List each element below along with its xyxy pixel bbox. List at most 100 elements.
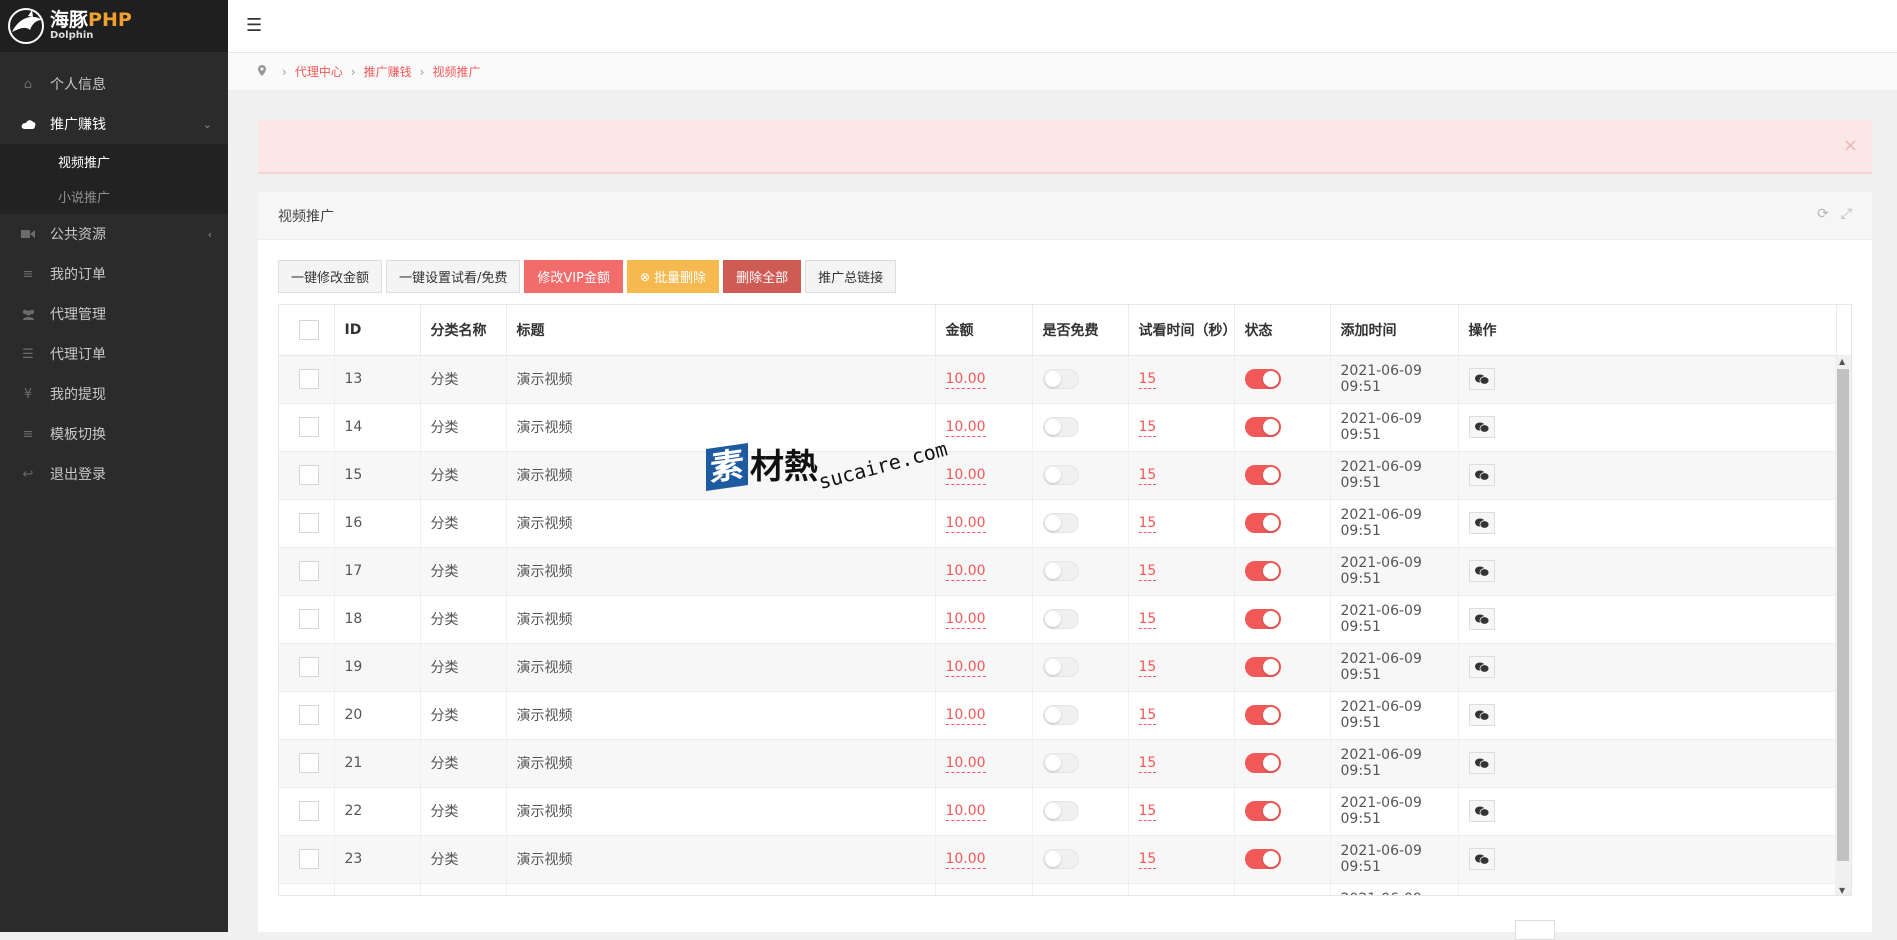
wechat-share-button[interactable] [1468, 800, 1495, 822]
status-toggle[interactable] [1244, 369, 1281, 389]
fullscreen-icon[interactable]: ⤢ [1841, 206, 1852, 222]
wechat-share-button[interactable] [1468, 368, 1495, 390]
amount-editable[interactable]: 10.00 [945, 370, 986, 389]
trial-editable[interactable]: 15 [1138, 850, 1157, 869]
column-header[interactable]: ID [334, 305, 421, 356]
free-toggle[interactable] [1042, 705, 1079, 725]
trial-editable[interactable]: 15 [1138, 658, 1157, 677]
sidebar-item-templates[interactable]: ≡ 模板切换 [0, 414, 228, 454]
breadcrumb-promote[interactable]: 推广赚钱 [364, 63, 412, 80]
sidebar-subitem-novel[interactable]: 小说推广 [0, 179, 228, 214]
trial-editable[interactable]: 15 [1138, 418, 1157, 437]
column-header[interactable]: 状态 [1234, 305, 1331, 356]
free-toggle[interactable] [1042, 369, 1079, 389]
amount-editable[interactable]: 10.00 [945, 658, 986, 677]
column-header[interactable]: 是否免费 [1032, 305, 1129, 356]
sidebar-item-logout[interactable]: ↩ 退出登录 [0, 454, 228, 494]
trial-editable[interactable]: 15 [1138, 610, 1157, 629]
sidebar-item-resources[interactable]: 公共资源 ‹ [0, 214, 228, 254]
trial-editable[interactable]: 15 [1138, 562, 1157, 581]
wechat-share-button[interactable] [1468, 608, 1495, 630]
wechat-share-button[interactable] [1468, 656, 1495, 678]
sidebar-item-agents[interactable]: 代理管理 [0, 294, 228, 334]
amount-editable[interactable]: 10.00 [945, 610, 986, 629]
sidebar-item-orders[interactable]: ≡ 我的订单 [0, 254, 228, 294]
table-scrollbar[interactable]: ▲ ▼ [1835, 355, 1851, 895]
trial-editable[interactable]: 15 [1138, 514, 1157, 533]
wechat-share-button[interactable] [1468, 704, 1495, 726]
scroll-up-arrow-icon[interactable]: ▲ [1839, 357, 1845, 366]
column-header[interactable]: 标题 [506, 305, 936, 356]
trial-editable[interactable]: 15 [1138, 466, 1157, 485]
free-toggle[interactable] [1042, 465, 1079, 485]
column-header[interactable]: 操作 [1458, 305, 1837, 356]
breadcrumb-agent-center[interactable]: 代理中心 [295, 63, 343, 80]
column-header[interactable]: 试看时间（秒） [1128, 305, 1237, 356]
wechat-share-button[interactable] [1468, 416, 1495, 438]
amount-editable[interactable]: 10.00 [945, 802, 986, 821]
trial-editable[interactable]: 15 [1138, 706, 1157, 725]
status-toggle[interactable] [1244, 801, 1281, 821]
sidebar-item-withdraw[interactable]: ¥ 我的提现 [0, 374, 228, 414]
status-toggle[interactable] [1244, 609, 1281, 629]
column-header[interactable]: 分类名称 [420, 305, 507, 356]
batch-delete-button[interactable]: ⊗ 批量删除 [626, 260, 720, 293]
row-checkbox[interactable] [299, 465, 319, 485]
scroll-down-arrow-icon[interactable]: ▼ [1839, 886, 1845, 895]
column-header[interactable]: 金额 [935, 305, 1033, 356]
amount-editable[interactable]: 10.00 [945, 754, 986, 773]
edit-vip-amount-button[interactable]: 修改VIP金额 [524, 260, 623, 293]
row-checkbox[interactable] [299, 609, 319, 629]
status-toggle[interactable] [1244, 705, 1281, 725]
row-checkbox[interactable] [299, 753, 319, 773]
free-toggle[interactable] [1042, 609, 1079, 629]
sidebar-subitem-video[interactable]: 视频推广 [0, 144, 228, 179]
free-toggle[interactable] [1042, 657, 1079, 677]
refresh-icon[interactable]: ⟳ [1817, 206, 1829, 222]
wechat-share-button[interactable] [1468, 560, 1495, 582]
breadcrumb-video[interactable]: 视频推广 [432, 63, 480, 80]
row-checkbox[interactable] [299, 513, 319, 533]
sidebar-item-profile[interactable]: ⌂ 个人信息 [0, 64, 228, 104]
wechat-share-button[interactable] [1468, 848, 1495, 870]
batch-set-trial-button[interactable]: 一键设置试看/免费 [386, 260, 521, 293]
status-toggle[interactable] [1244, 561, 1281, 581]
amount-editable[interactable]: 10.00 [945, 514, 986, 533]
row-checkbox[interactable] [299, 417, 319, 437]
trial-editable[interactable]: 15 [1138, 754, 1157, 773]
logo[interactable]: 海豚PHP Dolphin [0, 0, 228, 52]
free-toggle[interactable] [1042, 417, 1079, 437]
row-checkbox[interactable] [299, 657, 319, 677]
free-toggle[interactable] [1042, 849, 1079, 869]
page-input[interactable] [1515, 920, 1555, 940]
row-checkbox[interactable] [299, 369, 319, 389]
wechat-share-button[interactable] [1468, 464, 1495, 486]
wechat-share-button[interactable] [1468, 512, 1495, 534]
sidebar-item-agent-orders[interactable]: ☰ 代理订单 [0, 334, 228, 374]
row-checkbox[interactable] [299, 705, 319, 725]
status-toggle[interactable] [1244, 513, 1281, 533]
batch-edit-amount-button[interactable]: 一键修改金额 [278, 260, 383, 293]
scroll-thumb[interactable] [1837, 369, 1849, 861]
select-all-checkbox[interactable] [299, 319, 319, 340]
amount-editable[interactable]: 10.00 [945, 418, 986, 437]
amount-editable[interactable]: 10.00 [945, 706, 986, 725]
trial-editable[interactable]: 15 [1138, 370, 1157, 389]
status-toggle[interactable] [1244, 465, 1281, 485]
free-toggle[interactable] [1042, 801, 1079, 821]
status-toggle[interactable] [1244, 753, 1281, 773]
status-toggle[interactable] [1244, 849, 1281, 869]
row-checkbox[interactable] [299, 801, 319, 821]
free-toggle[interactable] [1042, 753, 1079, 773]
row-checkbox[interactable] [299, 561, 319, 581]
status-toggle[interactable] [1244, 417, 1281, 437]
free-toggle[interactable] [1042, 513, 1079, 533]
hamburger-menu-icon[interactable]: ☰ [246, 16, 266, 36]
promo-link-button[interactable]: 推广总链接 [805, 260, 897, 293]
status-toggle[interactable] [1244, 657, 1281, 677]
wechat-share-button[interactable] [1468, 752, 1495, 774]
sidebar-item-promote[interactable]: 推广赚钱 ⌄ [0, 104, 228, 144]
trial-editable[interactable]: 15 [1138, 802, 1157, 821]
delete-all-button[interactable]: 删除全部 [723, 260, 802, 293]
column-header[interactable]: 添加时间 [1330, 305, 1459, 356]
